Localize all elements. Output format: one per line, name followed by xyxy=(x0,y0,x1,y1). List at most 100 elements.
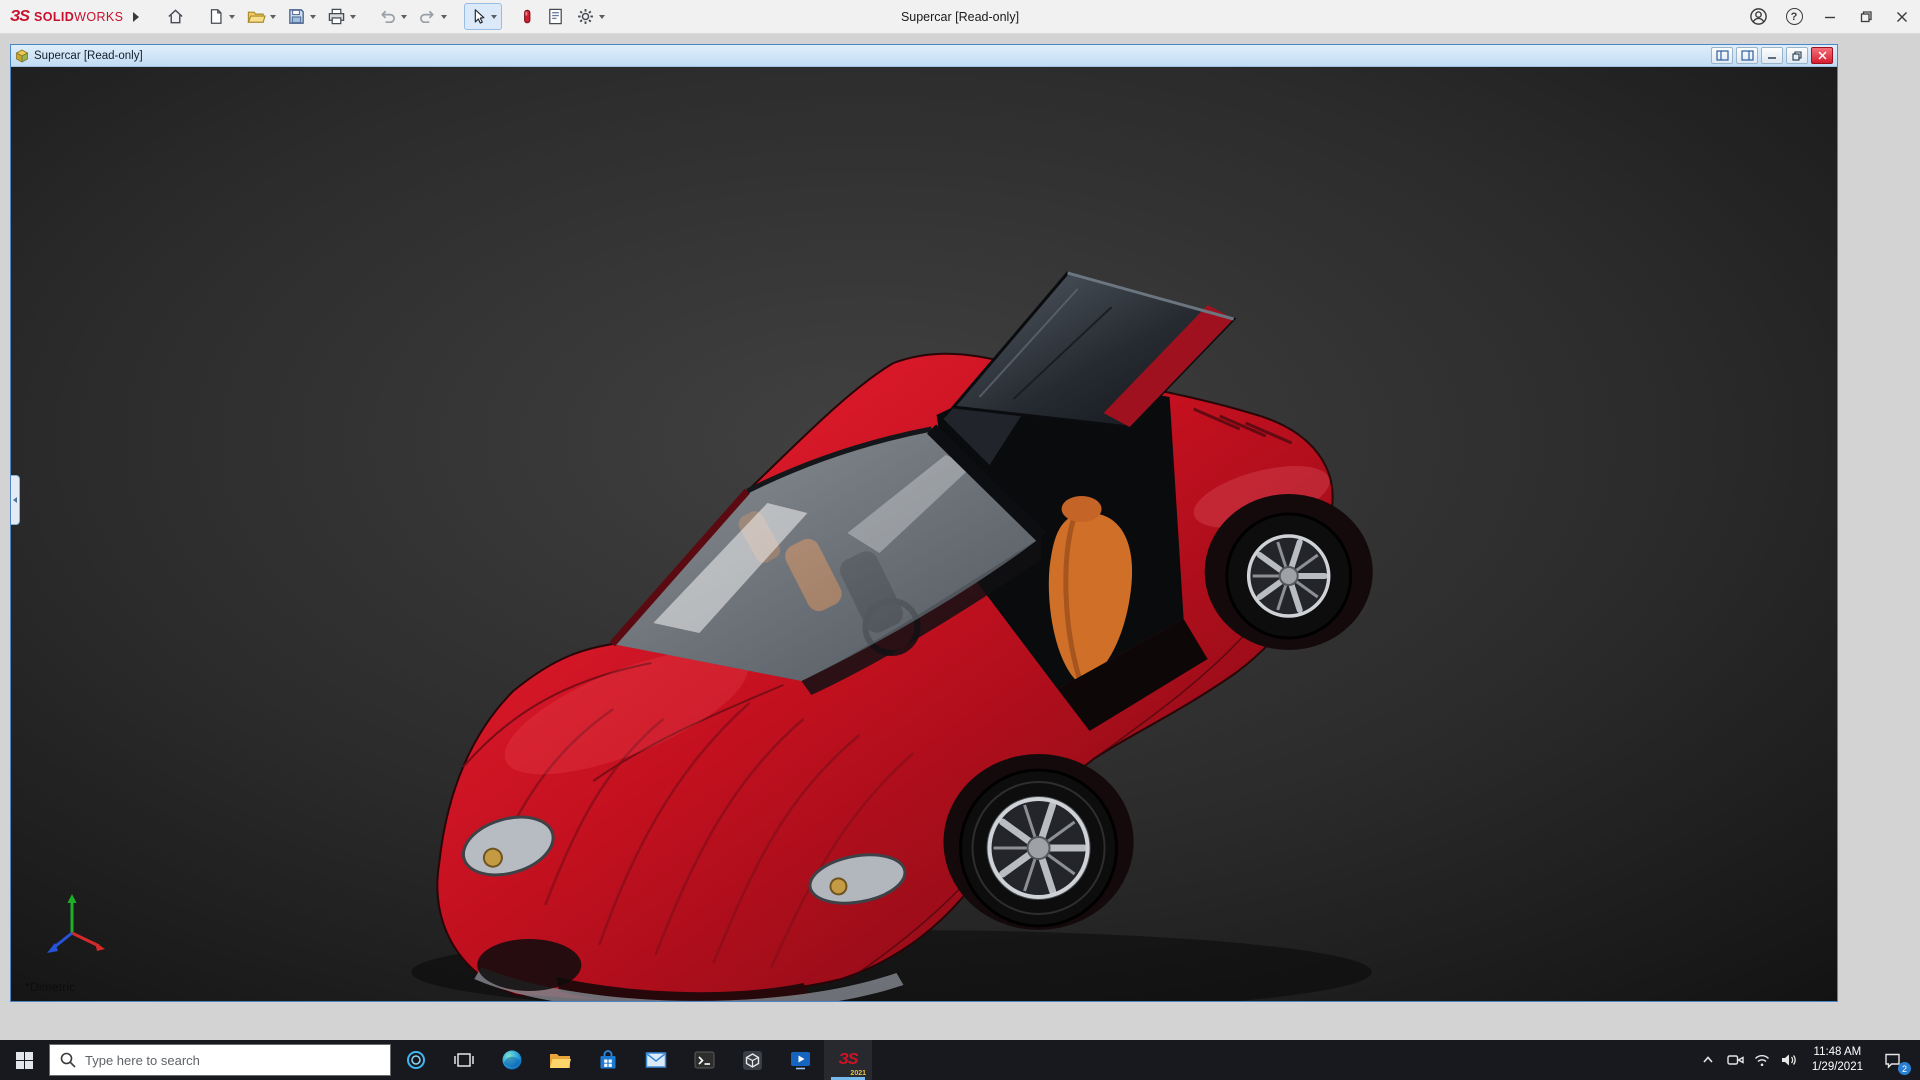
pane-right-icon xyxy=(1741,50,1754,61)
edge-icon xyxy=(501,1049,523,1071)
action-center-button[interactable]: 2 xyxy=(1872,1040,1912,1080)
print-button[interactable] xyxy=(322,3,361,30)
volume-button[interactable] xyxy=(1776,1040,1803,1080)
chevron-down-icon[interactable] xyxy=(401,15,407,19)
new-document-icon xyxy=(207,7,225,26)
3d-viewer-icon xyxy=(742,1050,763,1071)
search-icon xyxy=(60,1052,76,1068)
document-window-controls xyxy=(1711,47,1833,64)
chevron-down-icon[interactable] xyxy=(599,15,605,19)
appearance-icon xyxy=(519,7,535,26)
undo-icon xyxy=(378,7,397,26)
app-titlebar: ЗS SOLIDWORKS xyxy=(0,0,1920,34)
mail-icon xyxy=(645,1051,667,1069)
cortana-button[interactable] xyxy=(392,1040,440,1080)
open-button[interactable] xyxy=(241,3,281,30)
solidworks-logo-text: SOLIDWORKS xyxy=(34,10,123,24)
pane-left-button[interactable] xyxy=(1711,47,1733,64)
chevron-down-icon[interactable] xyxy=(491,15,497,19)
app-close-button[interactable] xyxy=(1884,0,1920,34)
chevron-left-icon xyxy=(13,497,17,503)
search-input[interactable] xyxy=(85,1053,380,1068)
solidworks-taskbar-button[interactable]: ЗS 2021 xyxy=(824,1040,872,1080)
home-icon xyxy=(166,7,185,26)
solidworks-year-badge: 2021 xyxy=(850,1070,866,1077)
terminal-icon xyxy=(694,1051,715,1069)
new-document-button[interactable] xyxy=(202,3,240,30)
minimize-icon xyxy=(1767,51,1777,60)
print-icon xyxy=(327,7,346,26)
store-icon xyxy=(598,1050,618,1071)
app-window-title: Supercar [Read-only] xyxy=(901,10,1019,24)
app-minimize-button[interactable] xyxy=(1812,0,1848,34)
mail-button[interactable] xyxy=(632,1040,680,1080)
feature-panel-collapse-tab[interactable] xyxy=(11,475,20,525)
doc-close-button[interactable] xyxy=(1811,47,1833,64)
chevron-down-icon[interactable] xyxy=(270,15,276,19)
graphics-viewport[interactable]: *Dimetric xyxy=(11,67,1837,1001)
document-titlebar[interactable]: Supercar [Read-only] xyxy=(11,45,1837,67)
store-button[interactable] xyxy=(584,1040,632,1080)
clock-time: 11:48 AM xyxy=(1812,1045,1863,1060)
document-title: Supercar [Read-only] xyxy=(34,50,143,62)
orientation-triad xyxy=(37,891,107,967)
media-app-button[interactable] xyxy=(776,1040,824,1080)
document-properties-button[interactable] xyxy=(541,3,570,30)
system-tray: 11:48 AM 1/29/2021 2 xyxy=(1695,1040,1920,1080)
redo-icon xyxy=(418,7,437,26)
save-button[interactable] xyxy=(282,3,321,30)
save-icon xyxy=(287,7,306,26)
assembly-document-icon xyxy=(15,49,29,63)
appearance-button[interactable] xyxy=(514,3,540,30)
task-view-button[interactable] xyxy=(440,1040,488,1080)
redo-button[interactable] xyxy=(413,3,452,30)
account-button[interactable] xyxy=(1740,0,1776,34)
options-button[interactable] xyxy=(571,3,610,30)
main-toolbar xyxy=(161,3,610,30)
account-icon xyxy=(1749,7,1768,26)
document-properties-icon xyxy=(546,7,565,26)
3d-viewer-button[interactable] xyxy=(728,1040,776,1080)
terminal-button[interactable] xyxy=(680,1040,728,1080)
close-icon xyxy=(1818,51,1827,60)
wifi-icon xyxy=(1754,1054,1770,1067)
home-button[interactable] xyxy=(161,3,190,30)
meet-now-button[interactable] xyxy=(1722,1040,1749,1080)
start-button[interactable] xyxy=(0,1040,48,1080)
supercar-3d-model[interactable] xyxy=(11,67,1837,1001)
menu-expand-arrow-icon[interactable] xyxy=(133,12,139,22)
doc-restore-button[interactable] xyxy=(1786,47,1808,64)
windows-taskbar: ЗS 2021 11:48 AM 1/29/2021 2 xyxy=(0,1040,1920,1080)
select-cursor-icon xyxy=(469,7,487,26)
chevron-up-icon xyxy=(1701,1053,1715,1067)
tray-overflow-button[interactable] xyxy=(1695,1040,1722,1080)
app-window-controls: ? xyxy=(1740,0,1920,34)
chevron-down-icon[interactable] xyxy=(350,15,356,19)
restore-icon xyxy=(1860,11,1872,23)
file-explorer-button[interactable] xyxy=(536,1040,584,1080)
view-orientation-label: *Dimetric xyxy=(25,980,75,994)
chevron-down-icon[interactable] xyxy=(310,15,316,19)
video-camera-icon xyxy=(1727,1053,1744,1067)
pane-right-button[interactable] xyxy=(1736,47,1758,64)
chevron-down-icon[interactable] xyxy=(229,15,235,19)
restore-icon xyxy=(1792,51,1802,61)
select-button[interactable] xyxy=(464,3,502,30)
taskbar-search[interactable] xyxy=(49,1044,391,1076)
solidworks-logo: ЗS SOLIDWORKS xyxy=(10,8,123,26)
solidworks-app-icon: ЗS xyxy=(839,1051,858,1069)
app-restore-button[interactable] xyxy=(1848,0,1884,34)
undo-button[interactable] xyxy=(373,3,412,30)
edge-button[interactable] xyxy=(488,1040,536,1080)
cortana-icon xyxy=(406,1050,426,1070)
open-folder-icon xyxy=(246,7,266,26)
doc-minimize-button[interactable] xyxy=(1761,47,1783,64)
desktop: ЗS SOLIDWORKS xyxy=(0,0,1920,1080)
help-button[interactable]: ? xyxy=(1776,0,1812,34)
taskbar-clock[interactable]: 11:48 AM 1/29/2021 xyxy=(1812,1045,1863,1075)
windows-logo-icon xyxy=(16,1052,33,1069)
chevron-down-icon[interactable] xyxy=(441,15,447,19)
clock-date: 1/29/2021 xyxy=(1812,1060,1863,1075)
notification-badge: 2 xyxy=(1898,1062,1911,1075)
network-button[interactable] xyxy=(1749,1040,1776,1080)
